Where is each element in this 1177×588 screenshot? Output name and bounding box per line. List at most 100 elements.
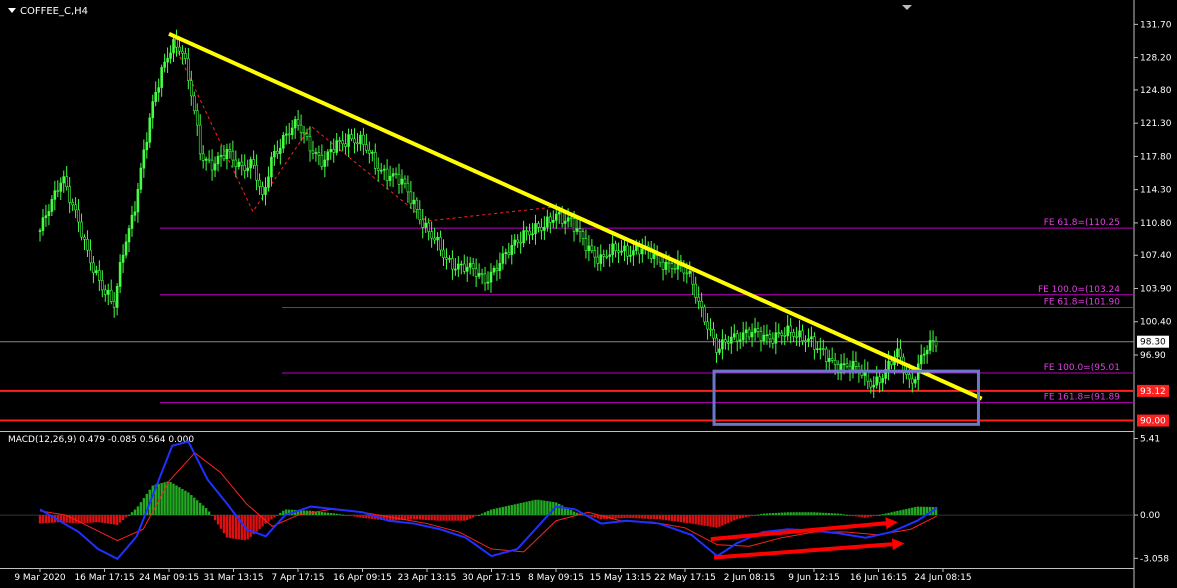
candle-body [813, 336, 816, 350]
candle-body [756, 328, 760, 332]
candle-body [391, 173, 395, 177]
candle-body [320, 154, 324, 167]
candle-body [362, 134, 365, 145]
fe-level-label: FE 61.8=(101.90 [1044, 297, 1121, 307]
candle-body [483, 273, 487, 284]
candle-body [430, 231, 433, 239]
candle-body [735, 333, 739, 342]
macd-histogram-bar [474, 515, 478, 517]
macd-histogram-bar [101, 515, 104, 523]
macd-histogram-bar [893, 511, 896, 516]
candle-body [296, 119, 300, 126]
macd-histogram-bar [632, 515, 635, 519]
candle-body [747, 329, 751, 338]
candle-body [305, 133, 309, 137]
current-price-label: 98.30 [1140, 338, 1166, 348]
candle-body [783, 335, 787, 337]
trading-chart[interactable]: COFFEE_C,H4 MACD(12,26,9) 0.479 -0.085 0… [0, 0, 1177, 588]
candle-body [801, 330, 804, 342]
candle-body [777, 332, 781, 334]
candle-body [270, 156, 273, 178]
chart-canvas[interactable]: FE 61.8=(110.25 FE 100.0=(103.24 FE 61.8=(… [0, 0, 1177, 588]
time-tick-label: 8 May 09:15 [528, 573, 584, 583]
candle-body [608, 254, 611, 257]
candle-body [83, 236, 86, 240]
candle-body [753, 328, 757, 333]
macd-histogram-bar [854, 515, 858, 517]
macd-histogram-bar [166, 481, 169, 516]
candle-body [385, 168, 389, 181]
macd-histogram-bar [833, 513, 837, 516]
candle-body [516, 239, 519, 243]
candle-body [207, 158, 211, 161]
candle-body [896, 348, 899, 358]
candle-body [130, 214, 134, 229]
candle-body [451, 258, 454, 270]
candle-body [703, 306, 706, 323]
candle-body [201, 153, 205, 161]
macd-histogram-bar [792, 512, 795, 516]
candle-body [329, 149, 333, 153]
macd-histogram-bar [136, 506, 140, 516]
candle-body [195, 110, 199, 126]
candle-body [127, 228, 131, 243]
candle-body [602, 254, 606, 257]
candle-body [299, 124, 303, 133]
candle-body [780, 332, 784, 336]
candle-body [350, 134, 353, 140]
candle-body [368, 149, 371, 154]
macd-histogram-bar [365, 515, 368, 519]
candle-body [872, 384, 876, 388]
macd-histogram-bar [780, 512, 783, 516]
macd-histogram-bar [558, 503, 561, 516]
candle-body [151, 101, 155, 119]
macd-histogram-bar [682, 515, 686, 523]
macd-histogram-bar [207, 511, 211, 516]
macd-histogram-bar [445, 515, 448, 521]
price-tick-label: 107.40 [1140, 251, 1172, 261]
candle-body [121, 254, 125, 263]
candle-body [394, 173, 398, 175]
macd-histogram-bar [596, 515, 599, 519]
candle-body [519, 241, 522, 244]
macd-histogram-bar [917, 506, 920, 516]
price-tick-label: 124.80 [1140, 86, 1172, 96]
macd-histogram-bar [480, 513, 484, 516]
macd-histogram-bar [317, 511, 321, 516]
macd-histogram-bar [463, 515, 466, 521]
macd-histogram-bar [439, 515, 442, 521]
macd-histogram-bar [890, 512, 893, 516]
macd-histogram-bar [534, 499, 537, 516]
macd-histogram-bar [697, 515, 700, 525]
candle-body [670, 263, 674, 269]
macd-histogram-bar [320, 512, 324, 516]
candle-body [706, 321, 709, 330]
macd-histogram-bar [240, 515, 243, 540]
macd-histogram-bar [124, 515, 128, 518]
candle-body [264, 187, 267, 195]
macd-histogram-bar [878, 514, 881, 516]
candle-body [175, 39, 178, 48]
macd-histogram-bar [750, 515, 754, 517]
candle-body [276, 150, 279, 154]
candle-body [768, 334, 772, 340]
candle-body [477, 273, 481, 277]
candle-body [471, 262, 475, 270]
macd-histogram-bar [433, 515, 436, 521]
macd-histogram-bar [546, 501, 549, 516]
macd-histogram-bar [323, 512, 327, 516]
candle-body [190, 80, 193, 97]
macd-histogram-bar [454, 515, 457, 521]
candle-body [397, 173, 401, 185]
macd-histogram-bar [255, 515, 258, 532]
macd-histogram-bar [95, 515, 98, 523]
macd-histogram-bar [590, 515, 594, 517]
macd-histogram-bar [270, 515, 273, 520]
zigzag-line [171, 40, 557, 222]
candle-body [101, 280, 104, 291]
candle-body [213, 163, 217, 171]
price-tick-label: 96.90 [1140, 351, 1166, 361]
macd-histogram-bar [848, 515, 852, 517]
macd-histogram-bar [822, 512, 825, 516]
macd-histogram-bar [199, 502, 202, 516]
